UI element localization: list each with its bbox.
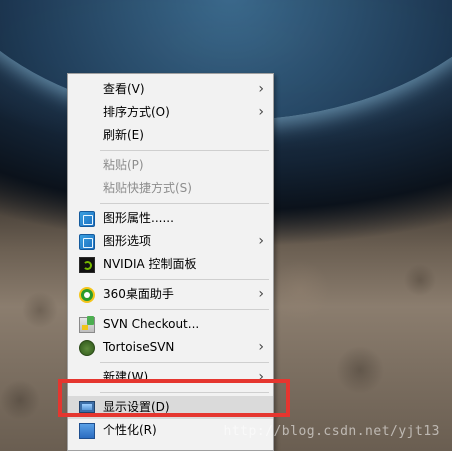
menu-item-tortoisesvn[interactable]: TortoiseSVN › [68, 336, 273, 359]
menu-item-label: 排序方式(O) [103, 105, 170, 119]
menu-item-label: 刷新(E) [103, 128, 144, 142]
menu-item-paste: 粘贴(P) [68, 154, 273, 177]
menu-item-nvidia-control-panel[interactable]: NVIDIA 控制面板 [68, 253, 273, 276]
graphics-icon [79, 211, 95, 227]
menu-item-refresh[interactable]: 刷新(E) [68, 124, 273, 147]
menu-item-view[interactable]: 查看(V) › [68, 78, 273, 101]
submenu-arrow-icon: › [258, 81, 264, 97]
menu-item-label: 粘贴快捷方式(S) [103, 181, 192, 195]
desktop[interactable]: 查看(V) › 排序方式(O) › 刷新(E) 粘贴(P) 粘贴快捷方式(S) … [0, 0, 452, 451]
menu-item-label: 图形属性...... [103, 211, 174, 225]
watermark: http://blog.csdn.net/yjt13 [223, 424, 440, 439]
menu-item-display-settings[interactable]: 显示设置(D) [68, 396, 273, 419]
svn-checkout-icon [79, 316, 95, 333]
menu-item-360-desktop-assistant[interactable]: 360桌面助手 › [68, 283, 273, 306]
desktop-context-menu: 查看(V) › 排序方式(O) › 刷新(E) 粘贴(P) 粘贴快捷方式(S) … [67, 73, 274, 451]
personalize-icon [79, 423, 95, 439]
submenu-arrow-icon: › [258, 369, 264, 385]
graphics-icon [79, 234, 95, 250]
menu-item-label: 图形选项 [103, 234, 152, 248]
menu-separator [100, 362, 269, 363]
menu-separator [100, 392, 269, 393]
submenu-arrow-icon: › [258, 104, 264, 120]
menu-separator [100, 309, 269, 310]
menu-item-graphics-properties[interactable]: 图形属性...... [68, 207, 273, 230]
menu-item-label: 360桌面助手 [103, 287, 174, 301]
display-icon [79, 401, 95, 413]
menu-item-svn-checkout[interactable]: SVN Checkout... [68, 313, 273, 336]
menu-separator [100, 279, 269, 280]
menu-item-label: 查看(V) [103, 82, 145, 96]
menu-item-label: TortoiseSVN [103, 340, 175, 354]
menu-item-new[interactable]: 新建(W) › [68, 366, 273, 389]
menu-item-label: 新建(W) [103, 370, 149, 384]
submenu-arrow-icon: › [258, 233, 264, 249]
submenu-arrow-icon: › [258, 339, 264, 355]
menu-separator [100, 203, 269, 204]
menu-item-label: 粘贴(P) [103, 158, 144, 172]
menu-separator [100, 150, 269, 151]
nvidia-icon [79, 257, 95, 273]
menu-item-paste-shortcut: 粘贴快捷方式(S) [68, 177, 273, 200]
menu-item-label: NVIDIA 控制面板 [103, 257, 197, 271]
menu-item-label: 个性化(R) [103, 423, 157, 437]
menu-item-label: 显示设置(D) [103, 400, 170, 414]
menu-item-graphics-options[interactable]: 图形选项 › [68, 230, 273, 253]
submenu-arrow-icon: › [258, 286, 264, 302]
tortoise-icon [79, 340, 95, 356]
menu-item-label: SVN Checkout... [103, 317, 200, 331]
360-icon [79, 287, 95, 303]
menu-item-sort-by[interactable]: 排序方式(O) › [68, 101, 273, 124]
